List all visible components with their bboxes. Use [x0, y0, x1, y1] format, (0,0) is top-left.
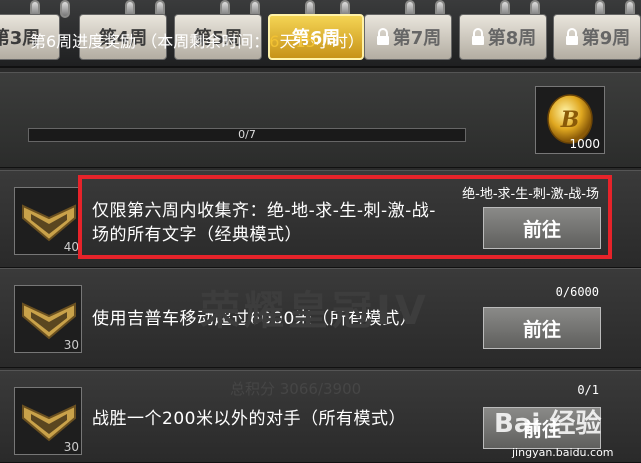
- lock-icon: [565, 28, 578, 45]
- binder-ring: [60, 0, 70, 18]
- lock-icon: [471, 28, 484, 45]
- badge-points: 30: [63, 440, 79, 454]
- task-description: 战胜一个200米以外的对手（所有模式）: [92, 409, 406, 429]
- highlight-box: [78, 175, 612, 259]
- reward-coin-slot[interactable]: B 1000: [535, 86, 605, 154]
- coin-amount: 1000: [569, 137, 600, 151]
- badge-points: 30: [63, 338, 79, 352]
- go-button[interactable]: 前往: [483, 307, 601, 349]
- task-description: 使用吉普车移动超过6000米（所有模式）: [92, 309, 418, 329]
- weekly-progress-text: 0/7: [238, 128, 256, 141]
- tab-label: 第7周: [392, 28, 442, 49]
- go-button[interactable]: 前往: [483, 407, 601, 449]
- tab-label: 第9周: [581, 28, 631, 49]
- tab-label: 第8周: [487, 28, 537, 49]
- task-badge: 30: [14, 285, 82, 353]
- svg-text:B: B: [560, 107, 580, 133]
- reward-title: 第6周进度奖励 （本周剩余时间：6天15小时）: [30, 32, 364, 51]
- task-badge: 30: [14, 387, 82, 455]
- tab-week-9[interactable]: 第9周: [553, 14, 641, 60]
- task-row: 30 使用吉普车移动超过6000米（所有模式） 0/6000 前往: [0, 268, 641, 368]
- task-progress: 0/1: [577, 383, 599, 397]
- task-progress: 0/6000: [555, 285, 599, 299]
- lock-icon: [376, 28, 389, 45]
- badge-points: 40: [63, 240, 79, 254]
- task-row: 30 战胜一个200米以外的对手（所有模式） 0/1 前往: [0, 370, 641, 463]
- task-badge: 40: [14, 187, 82, 255]
- tab-week-7[interactable]: 第7周: [364, 14, 452, 60]
- tab-week-8[interactable]: 第8周: [459, 14, 547, 60]
